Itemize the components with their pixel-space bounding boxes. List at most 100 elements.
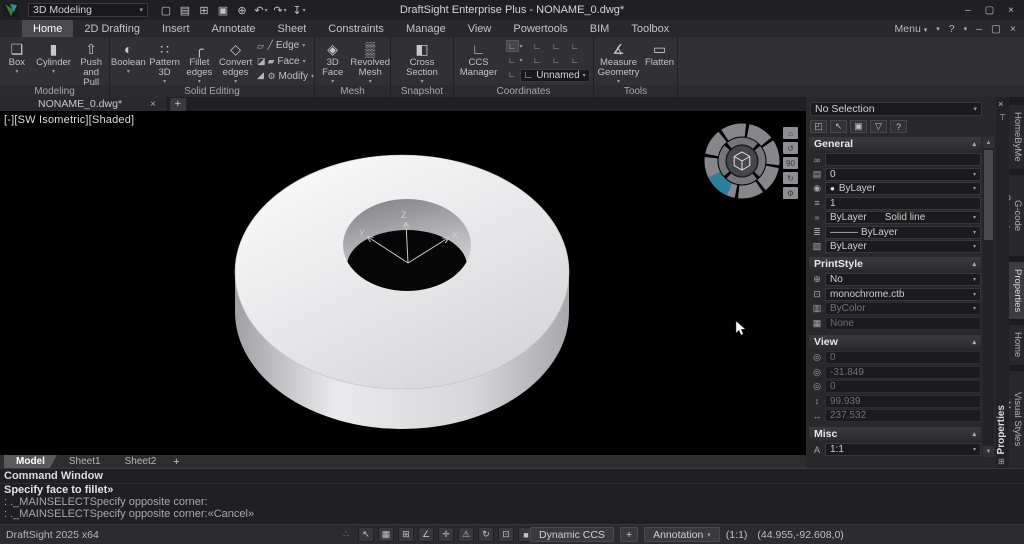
ccs-y-axis-icon[interactable]: ∟ [550,54,563,66]
tab-sheet[interactable]: Sheet [267,20,318,37]
select-entities-icon[interactable]: ◰ [810,120,827,133]
property-field[interactable]: 1 [825,197,981,210]
cylinder-button[interactable]: ▮Cylinder▾ [34,39,74,75]
close-button[interactable]: × [1008,5,1014,16]
section-header-general[interactable]: General▴ [809,137,981,150]
tab-powertools[interactable]: Powertools [502,20,578,37]
tab-2d-drafting[interactable]: 2D Drafting [73,20,151,37]
property-field[interactable]: ByLayer▾ [825,240,981,253]
fillet-edges-button[interactable]: ╭Fillet edges▾ [182,39,216,85]
property-field[interactable]: ●ByLayer▾ [825,182,981,195]
ccs-entity-icon[interactable]: ∟ [569,40,582,52]
ccs-origin-icon[interactable]: ∟ [550,40,563,52]
3d-face-button[interactable]: ◈3D Face▾ [315,39,350,85]
selection-dropdown[interactable]: No Selection ▾ [810,102,982,116]
nav-settings-icon[interactable]: ⚙ [783,187,798,199]
property-field[interactable]: monochrome.ctb▾ [825,288,981,301]
revolved-mesh-button[interactable]: ▒Revolved Mesh▾ [350,39,390,85]
collapse-icon[interactable]: ▴ [972,260,976,268]
flatten-button[interactable]: ▭Flatten [643,39,677,68]
select-window-icon[interactable]: ▣ [850,120,867,133]
palette-close-icon[interactable]: × [998,99,1003,109]
sheet-tab-model[interactable]: Model [4,455,57,468]
snap-icon[interactable]: ∴ [338,527,354,542]
dynamic-input-icon[interactable]: ↻ [478,527,494,542]
shell-icon[interactable]: ◪ [257,55,266,68]
ccs-3point-icon[interactable]: ∟ [506,68,519,80]
convert-edges-button[interactable]: ◇Convert edges▾ [216,39,255,85]
tab-toolbox[interactable]: Toolbox [620,20,680,37]
rotate-ccw-icon[interactable]: ↺ [783,142,798,154]
undo-icon[interactable]: ↶▾ [253,2,269,18]
property-field[interactable]: ByLayerSolid line▾ [825,211,981,224]
chevron-down-icon[interactable]: ▾ [936,25,940,33]
tab-bim[interactable]: BIM [579,20,621,37]
property-field[interactable]: ———ByLayer▾ [825,226,981,239]
cross-section-button[interactable]: ◧Cross Section▾ [400,39,444,85]
section-header-misc[interactable]: Misc▴ [809,427,981,440]
copy-face-icon[interactable]: ▱ [257,40,266,53]
ortho-icon[interactable]: ⊞ [398,527,414,542]
delete-face-icon[interactable]: ◢ [257,69,266,82]
help-button[interactable]: ? [890,120,907,133]
palette-tab-visual-styles-manager[interactable]: Visual Styles Manager [1009,371,1024,468]
new-file-icon[interactable]: ▢ [158,2,174,18]
property-field[interactable]: 1:1▾ [825,443,981,456]
collapse-icon[interactable]: ▴ [972,338,976,346]
entity-snap-icon[interactable]: ↖ [358,527,374,542]
palette-options-icon[interactable]: ⊞ [998,457,1005,466]
boolean-button[interactable]: ◐Boolean▾ [110,39,147,75]
select-cursor-icon[interactable]: ↖ [830,120,847,133]
grid-icon[interactable]: ▦ [378,527,394,542]
annotation-scale-dropdown[interactable]: Annotation▾ [644,527,720,542]
minimize-button[interactable]: – [965,5,971,16]
palette-tab-properties[interactable]: Properties [1009,262,1024,319]
collapse-icon[interactable]: ▴ [972,140,976,148]
view-navigation-wheel[interactable] [702,121,782,201]
named-ccs-dropdown[interactable]: ∟Unnamed▾ [520,69,590,82]
ccs-view-icon[interactable]: ∟ [506,54,519,66]
ccs-manager-button[interactable]: ∟CCS Manager [456,39,502,78]
section-header-view[interactable]: View▴ [809,335,981,348]
polar-icon[interactable]: ∠ [418,527,434,542]
ccs-previous-icon[interactable]: ∟ [531,40,544,52]
section-header-printstyle[interactable]: PrintStyle▴ [809,257,981,270]
command-window[interactable]: Command Window Specify face to fillet»: … [0,468,1024,524]
new-document-tab-button[interactable]: + [170,98,186,111]
dynamic-ccs-button[interactable]: Dynamic CCS [530,527,614,542]
export-icon[interactable]: ↧▾ [291,2,307,18]
scroll-down-icon[interactable]: ▼ [983,446,994,457]
palette-tab-homebyme[interactable]: HomeByMe [1009,105,1024,169]
pattern-3d-button[interactable]: ∷Pattern 3D▾ [147,39,183,85]
ccs-x-axis-icon[interactable]: ∟ [531,54,544,66]
add-sheet-button[interactable]: + [168,455,184,468]
plot-style-icon[interactable]: ⊡ [498,527,514,542]
box-button[interactable]: ❑Box▾ [0,39,34,75]
redo-icon[interactable]: ↷▾ [272,2,288,18]
property-field[interactable]: 0▾ [825,168,981,181]
face-menu-button[interactable]: ▰Face▾ [267,56,314,67]
ribbon-restore-button[interactable]: ▢ [991,23,1001,35]
add-scale-button[interactable]: + [620,527,638,542]
tab-insert[interactable]: Insert [151,20,201,37]
home-view-icon[interactable]: ⌂ [783,127,798,139]
measure-geometry-button[interactable]: ∡Measure Geometry▾ [595,39,643,85]
help-button[interactable]: ? [949,23,955,35]
entity-track-icon[interactable]: ✛ [438,527,454,542]
ribbon-close-button[interactable]: × [1010,23,1016,35]
restore-button[interactable]: ▢ [985,5,994,16]
save-as-icon[interactable]: ⊞ [196,2,212,18]
rotate-90-button[interactable]: 90 [783,157,798,169]
sheet-tab-sheet2[interactable]: Sheet2 [113,455,169,468]
menu-button[interactable]: Menu ▾ [895,23,928,35]
ribbon-minimize-button[interactable]: – [976,23,982,35]
publish-icon[interactable]: ⊕ [234,2,250,18]
scrollbar-thumb[interactable] [984,150,993,240]
rotate-cw-icon[interactable]: ↻ [783,172,798,184]
open-file-icon[interactable]: ▤ [177,2,193,18]
document-tab[interactable]: NONAME_0.dwg*× [0,97,166,111]
tab-constraints[interactable]: Constraints [317,20,395,37]
save-icon[interactable]: ▣ [215,2,231,18]
tab-manage[interactable]: Manage [395,20,457,37]
tab-home[interactable]: Home [22,20,73,37]
